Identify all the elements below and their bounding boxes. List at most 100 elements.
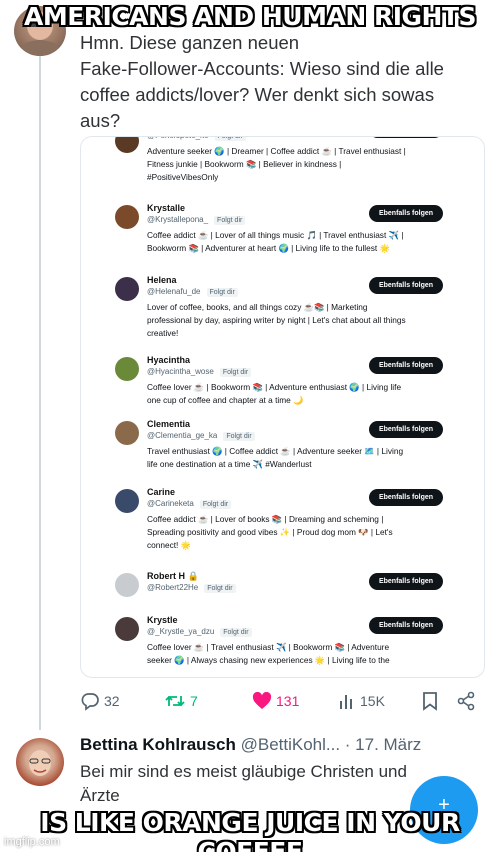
account-bio: Coffee addict ☕ | Lover of books 📚 | Dre… [147, 513, 439, 552]
account-name[interactable]: Helena [147, 275, 177, 285]
reply-author-avatar[interactable] [16, 738, 64, 786]
tweet-text-line: coffee addicts/lover? Wer denkt sich sow… [80, 84, 435, 105]
follow-back-button[interactable]: Ebenfalls folgen [369, 573, 443, 590]
account-bio-line: creative! [147, 328, 179, 338]
retweet-action[interactable]: 7 [164, 688, 198, 714]
tweet-text-line: aus? [80, 110, 121, 131]
account-name[interactable]: Krystalle [147, 203, 185, 213]
account-bio-line: Adventure seeker 🌍 | Dreamer | Coffee ad… [147, 146, 406, 156]
share-action[interactable] [456, 688, 476, 714]
account-avatar[interactable] [115, 617, 139, 641]
avatar-face-icon [29, 750, 51, 776]
account-bio-line: Coffee addict ☕ | Lover of books 📚 | Dre… [147, 514, 384, 524]
like-action[interactable]: 131 [252, 688, 299, 714]
account-name[interactable]: Carine [147, 487, 175, 497]
follows-you-badge: Folgt dir [214, 137, 246, 141]
account-avatar[interactable] [115, 357, 139, 381]
account-handle: @Penelopete_ke Folgt dir [147, 137, 246, 141]
account-bio-line: #PositiveVibesOnly [147, 172, 219, 182]
account-avatar[interactable] [115, 137, 139, 153]
account-name[interactable]: Krystle [147, 615, 178, 625]
account-handle-text[interactable]: @Robert22He [147, 583, 198, 592]
account-bio: Coffee lover ☕ | Travel enthusiast ✈️ | … [147, 641, 439, 667]
account-handle: @Robert22He Folgt dir [147, 583, 236, 593]
like-count: 131 [276, 693, 300, 709]
retweet-icon [165, 695, 185, 707]
account-bio: Lover of coffee, books, and all things c… [147, 301, 439, 340]
views-count: 15K [360, 693, 385, 709]
account-avatar[interactable] [115, 205, 139, 229]
account-avatar[interactable] [115, 421, 139, 445]
account-handle-text[interactable]: @Hyacintha_wose [147, 367, 214, 376]
account-bio-line: connect! 🌟 [147, 540, 192, 550]
reply-text: Bei mir sind es meist gläubige Christen … [80, 760, 460, 808]
reply-action[interactable]: 32 [80, 688, 120, 714]
tweet-action-bar: 32 7 131 15K [78, 688, 478, 714]
account-bio-line: seeker 🌍 | Always chasing new experience… [147, 655, 390, 665]
account-handle-text[interactable]: @Clementia_ge_ka [147, 431, 217, 440]
account-handle: @Krystallepona_ Folgt dir [147, 215, 246, 225]
account-handle-text[interactable]: @Penelopete_ke [147, 137, 209, 140]
account-handle: @_Krystle_ya_dzu Folgt dir [147, 627, 252, 637]
tweet-text-line: Fake-Follower-Accounts: Wieso sind die a… [80, 58, 444, 79]
account-bio-line: Travel enthusiast 🌍 | Coffee addict ☕ | … [147, 446, 404, 456]
follow-back-button[interactable]: Ebenfalls folgen [369, 489, 443, 506]
account-avatar[interactable] [115, 277, 139, 301]
meme-top-caption: AMERICANS AND HUMAN RIGHTS [23, 2, 477, 31]
follows-you-badge: Folgt dir [204, 584, 236, 593]
follows-you-badge: Folgt dir [199, 500, 232, 509]
account-name[interactable]: Clementia [147, 419, 190, 429]
follows-you-badge: Folgt dir [220, 628, 252, 637]
account-avatar[interactable] [115, 573, 139, 597]
follower-list-image[interactable]: @Penelopete_ke Folgt dir Ebenfalls folgen A… [80, 136, 485, 678]
bookmark-action[interactable] [422, 688, 438, 714]
heart-icon [252, 692, 272, 709]
account-bio: Travel enthusiast 🌍 | Coffee addict ☕ | … [147, 445, 439, 471]
follows-you-badge: Folgt dir [223, 432, 255, 441]
account-handle-text[interactable]: @_Krystle_ya_dzu [147, 627, 214, 636]
follow-back-button[interactable]: Ebenfalls folgen [369, 357, 443, 374]
account-bio-line: Coffee addict ☕ | Lover of all things mu… [147, 230, 404, 240]
account-handle-text[interactable]: @Helenafu_de [147, 287, 201, 296]
account-name[interactable]: Robert H 🔒 [147, 571, 199, 582]
reply-date[interactable]: · 17. März [340, 735, 422, 754]
follow-back-button[interactable]: Ebenfalls folgen [369, 421, 443, 438]
bookmark-icon [423, 692, 437, 711]
views-action[interactable]: 15K [338, 688, 385, 714]
reply-author-handle[interactable]: @BettiKohl... [241, 735, 340, 754]
account-bio-line: life one destination at a time ✈️ #Wande… [147, 459, 312, 469]
account-handle: @Clementia_ge_ka Folgt dir [147, 431, 255, 441]
meme-bottom-caption: IS LIKE ORANGE JUICE IN YOUR COFFEE [40, 808, 460, 852]
account-avatar[interactable] [115, 489, 139, 513]
follows-you-badge: Folgt dir [206, 288, 238, 297]
account-handle: @Hyacintha_wose Folgt dir [147, 367, 252, 377]
account-bio-line: Bookworm 📚 | Adventurer at heart 🌍 | Liv… [147, 243, 390, 253]
account-bio-line: one cup of coffee and chapter at a time … [147, 395, 304, 405]
thread-line [39, 50, 41, 730]
account-handle-text[interactable]: @Krystallepona_ [147, 215, 208, 224]
tweet-text-line: Hmn. Diese ganzen neuen [80, 32, 300, 53]
reply-count: 32 [104, 693, 120, 709]
account-bio: Coffee addict ☕ | Lover of all things mu… [147, 229, 439, 255]
reply-text-line: Bei mir sind es meist gläubige Christen … [80, 762, 407, 781]
account-handle: @Helenafu_de Folgt dir [147, 287, 238, 297]
account-bio: Adventure seeker 🌍 | Dreamer | Coffee ad… [147, 145, 439, 184]
account-bio-line: Lover of coffee, books, and all things c… [147, 302, 368, 312]
follow-back-button[interactable]: Ebenfalls folgen [369, 617, 443, 634]
retweet-count: 7 [190, 693, 198, 709]
reply-text-line: Ärzte [80, 786, 120, 805]
account-handle-text[interactable]: @Carineketa [147, 499, 194, 508]
follows-you-badge: Folgt dir [219, 368, 252, 377]
follow-back-button[interactable]: Ebenfalls folgen [369, 277, 443, 294]
reply-header: Bettina Kohlrausch @BettiKohl... · 17. M… [80, 735, 421, 755]
reply-author-name[interactable]: Bettina Kohlrausch [80, 735, 236, 754]
account-bio-line: professional by day, aspiring writer by … [147, 315, 406, 325]
follows-you-badge: Folgt dir [214, 216, 246, 225]
views-icon [340, 695, 352, 709]
account-bio-line: Fitness junkie | Bookworm 📚 | Believer i… [147, 159, 342, 169]
follow-back-button[interactable]: Ebenfalls folgen [369, 205, 443, 222]
tweet-text: Hmn. Diese ganzen neuen Fake-Follower-Ac… [80, 30, 480, 134]
account-handle: @Carineketa Folgt dir [147, 499, 232, 509]
account-name[interactable]: Hyacintha [147, 355, 190, 365]
follow-back-button[interactable]: Ebenfalls folgen [369, 137, 443, 138]
